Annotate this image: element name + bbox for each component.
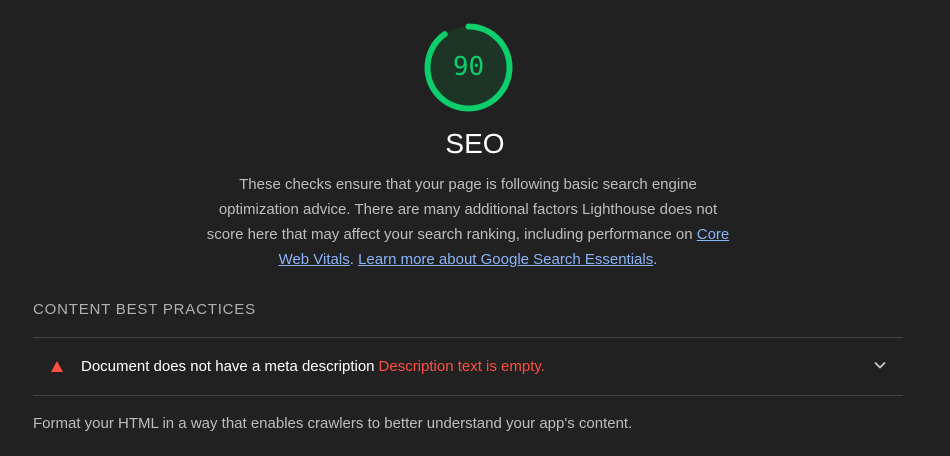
section-footer-text: Format your HTML in a way that enables c… (33, 415, 633, 432)
description-suffix: . (653, 251, 658, 268)
audit-title: Document does not have a meta descriptio… (81, 358, 375, 375)
section-heading: CONTENT BEST PRACTICES (33, 301, 256, 318)
category-title: SEO (445, 128, 505, 159)
chevron-down-icon[interactable] (873, 358, 887, 372)
audit-text: Document does not have a meta descriptio… (81, 357, 545, 377)
seo-category-page: 90 SEO These checks ensure that your pag… (0, 0, 950, 456)
category-description: These checks ensure that your page is fo… (200, 172, 736, 272)
learn-more-link[interactable]: Learn more about Google Search Essential… (358, 251, 653, 268)
audit-meta-description[interactable]: Document does not have a meta descriptio… (33, 338, 903, 395)
audit-detail: Description text is empty. (378, 358, 545, 375)
score-value: 90 (452, 52, 485, 82)
description-separator: . (349, 251, 354, 268)
divider-bottom (33, 395, 903, 396)
description-text: These checks ensure that your page is fo… (206, 176, 718, 243)
score-gauge[interactable]: 90 (423, 22, 514, 113)
warning-triangle-icon (51, 361, 63, 372)
